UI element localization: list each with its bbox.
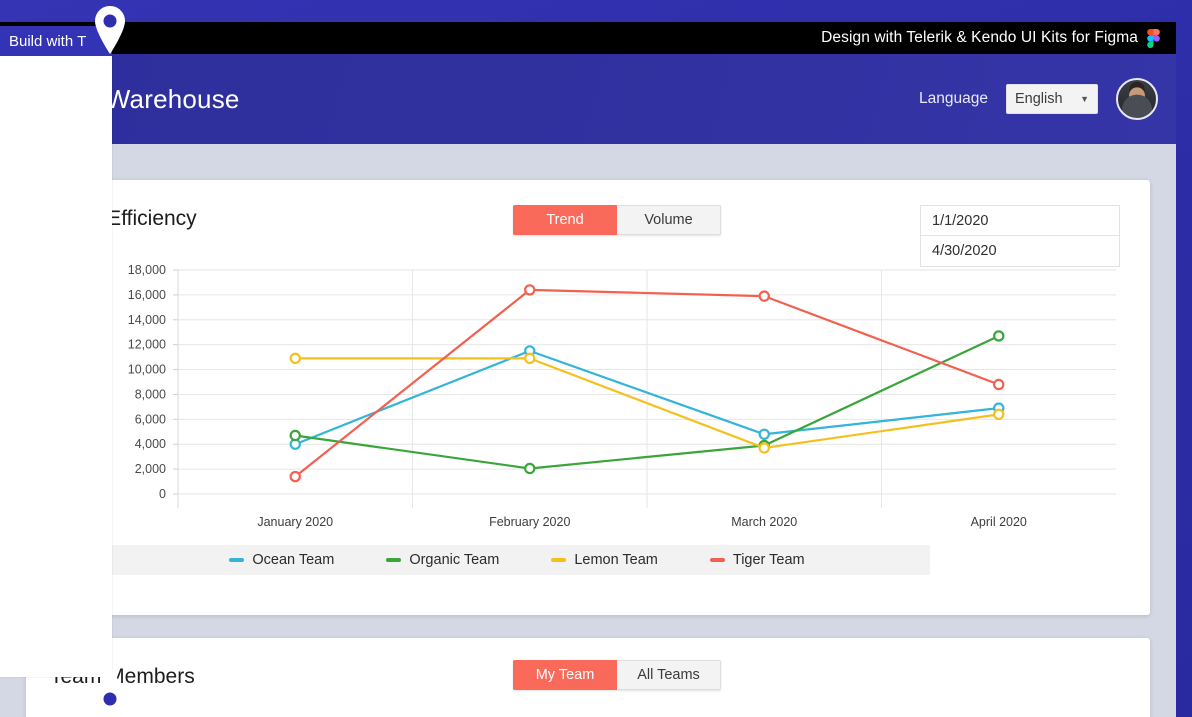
chart-point[interactable]: [993, 408, 1005, 421]
efficiency-chart[interactable]: 0 2,000 4,000 6,000 8,000 10,000 12,000 14,000 1…: [26, 260, 1150, 610]
chart-point[interactable]: [524, 462, 536, 475]
team-members-card: Team Members My Team All Teams: [26, 638, 1150, 717]
legend-label: Lemon Team: [574, 552, 658, 568]
chart-point[interactable]: [524, 284, 536, 296]
legend-item-organic-team[interactable]: Organic Team: [386, 552, 499, 568]
x-axis-tick-label: January 2020: [257, 515, 333, 529]
legend-item-lemon-team[interactable]: Lemon Team: [551, 552, 658, 568]
chart-point[interactable]: [758, 290, 770, 302]
legend-swatch-icon: [709, 558, 725, 562]
members-card-header: Team Members My Team All Teams: [26, 638, 1150, 717]
chevron-down-icon: ▼: [1080, 94, 1089, 104]
y-axis-tick-label: 10,000: [128, 363, 166, 377]
y-axis-tick-label: 16,000: [128, 288, 166, 302]
y-axis-tick-label: 8,000: [135, 387, 166, 401]
map-pin-marker-top-icon[interactable]: [92, 5, 128, 55]
members-view-toggle[interactable]: My Team All Teams: [513, 660, 721, 690]
legend-label: Tiger Team: [732, 552, 805, 568]
promo-text: Design with Telerik & Kendo UI Kits for …: [821, 29, 1138, 46]
language-select-value: English: [1015, 91, 1063, 107]
y-axis-tick-label: 2,000: [135, 462, 166, 476]
x-axis-tick-label: April 2020: [971, 515, 1027, 529]
y-axis-tick-label: 4,000: [135, 437, 166, 451]
legend-item-ocean-team[interactable]: Ocean Team: [229, 552, 334, 568]
legend-swatch-icon: [551, 558, 567, 562]
chart-legend[interactable]: Ocean Team Organic Team Lemon Team Tiger Te…: [104, 545, 930, 575]
promo-banner[interactable]: Design with Telerik & Kendo UI Kits for …: [0, 22, 1176, 54]
chart-point[interactable]: [289, 429, 301, 442]
header-actions: Language English ▼: [919, 78, 1158, 120]
team-efficiency-card: Team Efficiency Trend Volume 1/1/2020 4/…: [26, 180, 1150, 615]
date-range-picker[interactable]: 1/1/2020 4/30/2020: [920, 205, 1120, 267]
avatar[interactable]: [1116, 78, 1158, 120]
y-axis-tick-label: 18,000: [128, 263, 166, 277]
volume-button[interactable]: Volume: [617, 205, 721, 235]
chart-point[interactable]: [993, 378, 1005, 391]
date-from-input[interactable]: 1/1/2020: [920, 205, 1120, 236]
figma-logo-icon: [1147, 28, 1160, 48]
legend-label: Organic Team: [409, 552, 500, 568]
chart-svg: 0 2,000 4,000 6,000 8,000 10,000 12,000 14,000 1…: [128, 263, 1116, 529]
language-select[interactable]: English ▼: [1006, 84, 1098, 114]
overlay-panel: Build with T: [0, 26, 112, 677]
legend-label: Ocean Team: [252, 552, 335, 568]
trend-button[interactable]: Trend: [513, 205, 617, 235]
chart-point[interactable]: [758, 442, 770, 454]
my-team-button[interactable]: My Team: [513, 660, 617, 690]
x-axis-tick-label: March 2020: [731, 515, 797, 529]
chart-point[interactable]: [758, 428, 770, 440]
x-axis-tick-label: February 2020: [489, 515, 570, 529]
app-window: Design with Telerik & Kendo UI Kits for …: [0, 22, 1176, 717]
y-axis-tick-label: 0: [159, 487, 166, 501]
chart-point[interactable]: [289, 470, 301, 483]
legend-swatch-icon: [386, 558, 402, 562]
language-label: Language: [919, 90, 988, 107]
efficiency-view-toggle[interactable]: Trend Volume: [513, 205, 721, 235]
all-teams-button[interactable]: All Teams: [617, 660, 721, 690]
app-header: offee Warehouse Language English ▼: [0, 54, 1176, 144]
y-axis-tick-label: 6,000: [135, 412, 166, 426]
y-axis-tick-label: 12,000: [128, 338, 166, 352]
chart-point[interactable]: [993, 330, 1005, 342]
efficiency-card-header: Team Efficiency Trend Volume 1/1/2020 4/…: [26, 180, 1150, 267]
y-axis-tick-label: 14,000: [128, 313, 166, 327]
map-pin-marker-bottom-icon[interactable]: [92, 665, 128, 715]
chart-point[interactable]: [289, 352, 301, 365]
content-area: Team Efficiency Trend Volume 1/1/2020 4/…: [0, 144, 1176, 717]
chart-point[interactable]: [524, 352, 536, 365]
legend-swatch-icon: [229, 558, 245, 562]
legend-item-tiger-team[interactable]: Tiger Team: [709, 552, 805, 568]
